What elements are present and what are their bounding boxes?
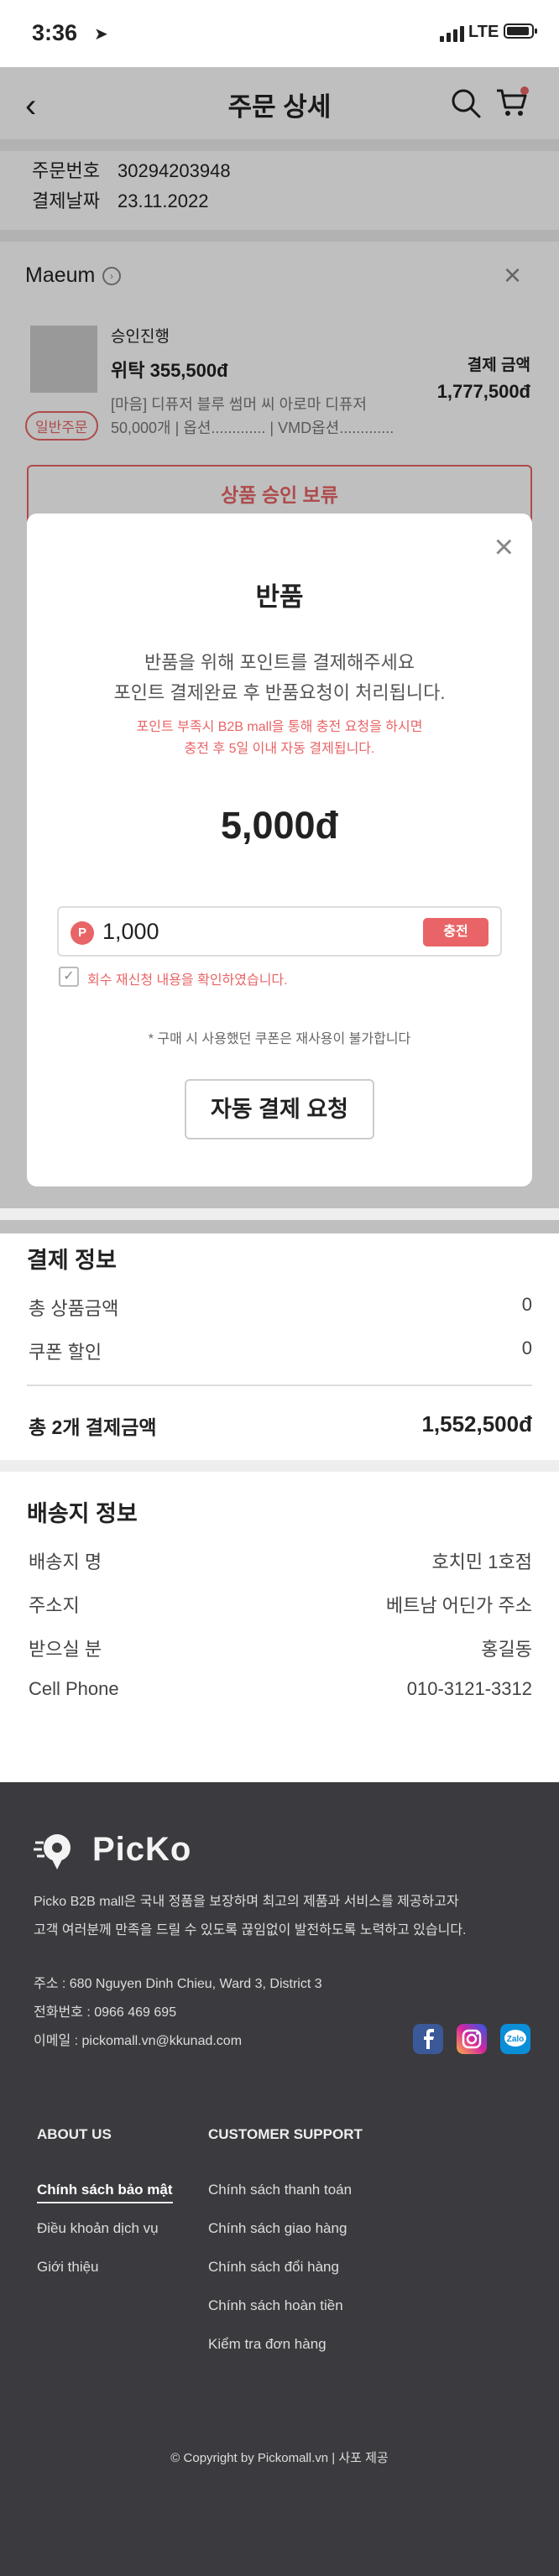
divider (27, 1384, 532, 1386)
signal-icon (440, 23, 465, 42)
shipping-row: 배송지 명 호치민 1호점 (29, 1551, 532, 1572)
payment-section-title: 결제 정보 (27, 1248, 117, 1273)
charge-button[interactable]: 충전 (423, 918, 488, 946)
confirm-checkbox[interactable]: ✓ (59, 967, 79, 987)
modal-warning: 포인트 부족시 B2B mall을 통해 충전 요청을 하시면 (136, 720, 423, 734)
status-bar: 3:36 ➤ LTE (0, 0, 559, 67)
logo-text: PicKo (92, 1831, 192, 1868)
network-label: LTE (468, 23, 499, 41)
divider (0, 1208, 559, 1220)
modal-instruction: 반품을 위해 포인트를 결제해주세요 (144, 652, 415, 673)
return-amount: 5,000đ (220, 804, 339, 847)
auto-pay-button[interactable]: 자동 결제 요청 (185, 1079, 374, 1139)
return-modal: × 반품 반품을 위해 포인트를 결제해주세요 포인트 결제완료 후 반품요청이… (27, 514, 532, 1186)
footer-link-payment[interactable]: Chính sách thanh toán (208, 2182, 352, 2198)
footer-link-privacy[interactable]: Chính sách bảo mật (37, 2182, 173, 2203)
divider (0, 1460, 559, 1472)
point-icon: P (71, 921, 94, 945)
svg-text:Zalo: Zalo (507, 2035, 525, 2044)
order-detail-page: 3:36 ➤ LTE ‹ 주문 상세 주문번호 30294203948 결제날짜 2… (0, 0, 559, 2576)
picko-logo-icon (34, 1834, 71, 1869)
company-contact: 주소 : 680 Nguyen Dinh Chieu, Ward 3, Dist… (34, 1977, 322, 2048)
footer-link-about[interactable]: Giới thiệu (37, 2259, 99, 2276)
company-description: Picko B2B mall은 국내 정품을 보장하며 최고의 제품과 서비스를… (34, 1895, 467, 1937)
checkbox-label[interactable]: 회수 재신청 내용을 확인하였습니다. (87, 968, 288, 988)
subtotal-row: 총 상품금액 0 (29, 1294, 532, 1319)
modal-warning: 충전 후 5일 이내 자동 결제됩니다. (184, 742, 375, 756)
point-value: 1,000 (102, 919, 159, 944)
footer-link-terms[interactable]: Điều khoản dịch vụ (37, 2220, 159, 2237)
coupon-discount-row: 쿠폰 할인 0 (29, 1338, 532, 1363)
location-arrow-icon: ➤ (94, 25, 108, 44)
customer-support-title: CUSTOMER SUPPORT (208, 2126, 363, 2142)
footer-link-order-check[interactable]: Kiểm tra đơn hàng (208, 2336, 327, 2353)
about-us-title: ABOUT US (37, 2126, 112, 2142)
close-icon[interactable]: × (494, 530, 514, 564)
instagram-icon[interactable] (457, 2024, 487, 2054)
coupon-note: * 구매 시 사용했던 쿠폰은 재사용이 불가합니다 (148, 1032, 411, 1046)
status-time: 3:36 (32, 20, 78, 45)
footer-link-refund[interactable]: Chính sách hoàn tiền (208, 2297, 343, 2314)
shipping-section-title: 배송지 정보 (27, 1501, 138, 1526)
shipping-row: Cell Phone 010-3121-3312 (29, 1678, 532, 1699)
facebook-icon[interactable] (413, 2024, 443, 2054)
copyright: © Copyright by Pickomall.vn | 사포 제공 (170, 2451, 389, 2465)
shipping-row: 주소지 베트남 어딘가 주소 (29, 1595, 532, 1616)
shipping-row: 받으실 분 홍길동 (29, 1639, 532, 1660)
footer-link-exchange[interactable]: Chính sách đổi hàng (208, 2259, 339, 2276)
point-input[interactable]: P 1,000 충전 (57, 906, 502, 957)
modal-instruction: 포인트 결제완료 후 반품요청이 처리됩니다. (113, 682, 446, 703)
zalo-icon[interactable]: Zalo (500, 2024, 530, 2054)
footer-link-shipping[interactable]: Chính sách giao hàng (208, 2220, 347, 2237)
modal-title: 반품 (255, 582, 304, 612)
battery-icon (504, 23, 537, 39)
total-row: 총 2개 결제금액 1,552,500đ (29, 1411, 532, 1438)
site-footer: PicKo Picko B2B mall은 국내 정품을 보장하며 최고의 제품… (0, 1782, 559, 2576)
